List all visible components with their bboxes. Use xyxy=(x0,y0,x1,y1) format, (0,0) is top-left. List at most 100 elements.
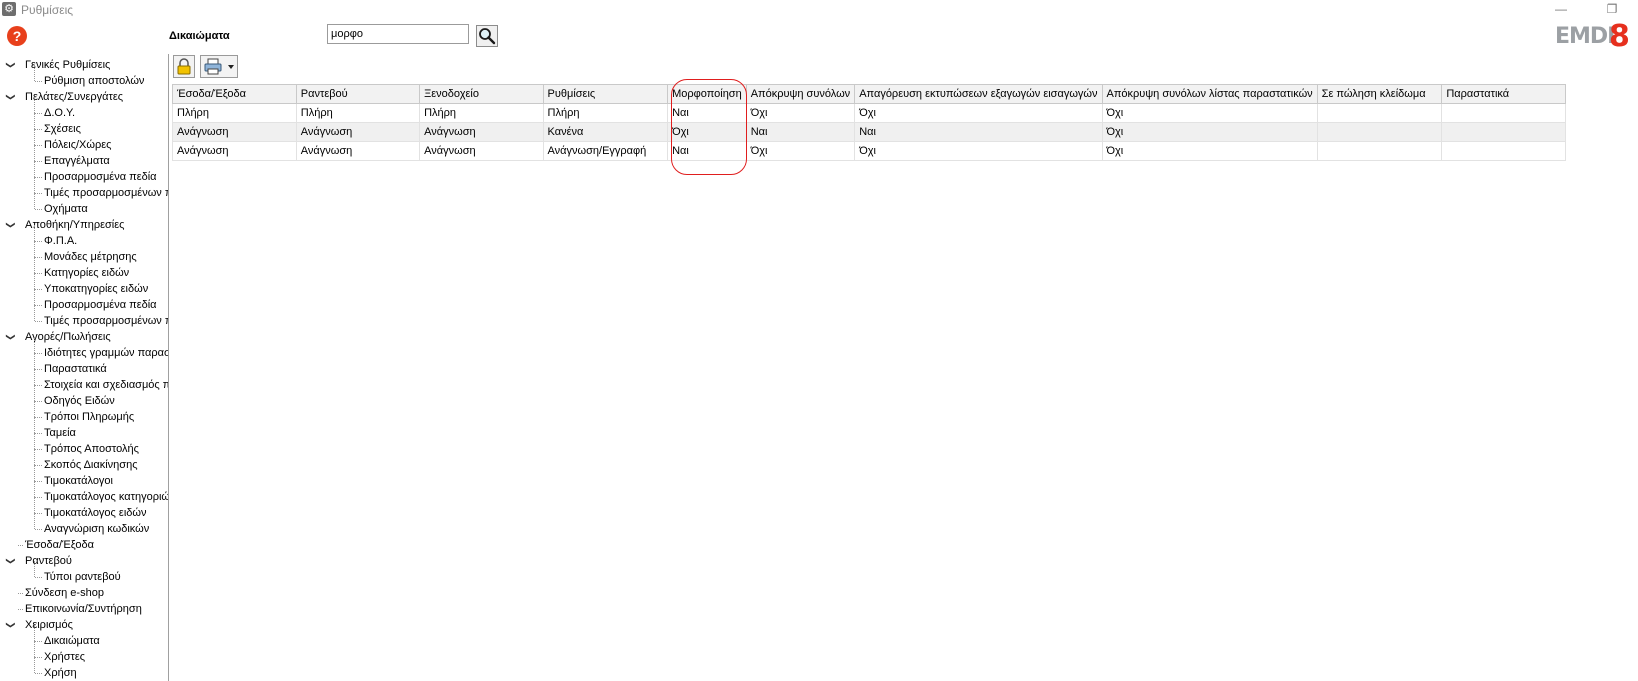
chevron-down-icon[interactable]: ❯ xyxy=(3,621,19,629)
table-cell[interactable]: Ναι xyxy=(854,122,1103,142)
search-input[interactable] xyxy=(327,24,469,44)
sidebar-item[interactable]: Ιδιότητες γραμμών παρασ xyxy=(0,337,168,361)
table-cell[interactable] xyxy=(1441,141,1566,161)
column-header[interactable]: Απόκρυψη συνόλων xyxy=(745,84,856,104)
table-cell[interactable]: Όχι xyxy=(745,141,856,161)
sidebar-item[interactable]: Προσαρμοσμένα πεδία xyxy=(0,289,168,313)
chevron-down-icon[interactable]: ❯ xyxy=(3,557,19,565)
sidebar-item[interactable]: ❯ Ραντεβού xyxy=(0,553,168,569)
column-header[interactable]: Ρυθμίσεις xyxy=(542,84,669,104)
lock-button[interactable] xyxy=(173,55,195,78)
table-cell[interactable] xyxy=(1316,103,1443,123)
sidebar-item[interactable]: Σκοπός Διακίνησης xyxy=(0,449,168,473)
column-header[interactable]: Έσοδα/Έξοδα xyxy=(172,84,297,104)
table-cell[interactable]: Ανάγνωση xyxy=(172,122,297,142)
column-header[interactable]: Μορφοποίηση xyxy=(667,84,747,104)
sidebar-item[interactable]: Δικαιώματα xyxy=(0,625,168,649)
sidebar-item[interactable]: Τιμοκατάλογοι xyxy=(0,465,168,489)
permissions-grid[interactable]: Έσοδα/Έξοδα Ραντεβού Ξενοδοχείο Ρυθμίσεις Μο… xyxy=(172,84,1566,161)
sidebar-item[interactable]: Τιμές προσαρμοσμένων π xyxy=(0,177,168,201)
sidebar-item[interactable]: Σχέσεις xyxy=(0,113,168,137)
sidebar-item[interactable]: Τύποι ραντεβού xyxy=(0,561,168,585)
sidebar-item[interactable]: Στοιχεία και σχεδιασμός π xyxy=(0,369,168,393)
sidebar-item[interactable]: Τρόποι Πληρωμής xyxy=(0,401,168,425)
chevron-down-icon[interactable]: ❯ xyxy=(3,93,19,101)
table-cell[interactable]: Ανάγνωση xyxy=(419,141,544,161)
permissions-table[interactable]: Έσοδα/Έξοδα Ραντεβού Ξενοδοχείο Ρυθμίσεις Μο… xyxy=(172,84,1566,161)
table-cell[interactable] xyxy=(1441,103,1566,123)
sidebar-item[interactable]: Επικοινωνία/Συντήρηση xyxy=(0,601,168,617)
sidebar-item[interactable]: Ρύθμιση αποστολών xyxy=(0,65,168,89)
table-cell[interactable]: Όχι xyxy=(1101,122,1318,142)
minimize-button[interactable]: — xyxy=(1547,0,1575,18)
sidebar-item[interactable]: Χρήστες xyxy=(0,641,168,665)
sidebar-item[interactable]: Πόλεις/Χώρες xyxy=(0,129,168,153)
sidebar-item[interactable]: Χρήση xyxy=(0,657,168,681)
sidebar-item[interactable]: Παραστατικά xyxy=(0,353,168,377)
chevron-down-icon[interactable]: ❯ xyxy=(3,333,19,341)
table-cell[interactable]: Ανάγνωση xyxy=(295,122,421,142)
table-cell[interactable]: Όχι xyxy=(667,122,747,142)
sidebar-item[interactable]: Κατηγορίες ειδών xyxy=(0,257,168,281)
table-cell[interactable]: Ανάγνωση xyxy=(419,122,544,142)
column-header[interactable]: Απόκρυψη συνόλων λίστας παραστατικών xyxy=(1101,84,1318,104)
table-row[interactable]: Πλήρη Πλήρη Πλήρη Πλήρη Ναι Όχι Όχι Όχι xyxy=(172,103,1566,123)
column-header[interactable]: Παραστατικά xyxy=(1441,84,1566,104)
table-cell[interactable]: Ανάγνωση/Εγγραφή xyxy=(542,141,669,161)
sidebar-item[interactable]: Τιμές προσαρμοσμένων π xyxy=(0,305,168,329)
table-cell[interactable]: Πλήρη xyxy=(295,103,421,123)
table-cell[interactable] xyxy=(1316,122,1443,142)
restore-button[interactable]: ❐ xyxy=(1598,0,1626,18)
table-cell[interactable]: Πλήρη xyxy=(542,103,669,123)
table-cell[interactable]: Ναι xyxy=(667,103,747,123)
table-cell[interactable]: Ανάγνωση xyxy=(172,141,297,161)
table-row[interactable]: Ανάγνωση Ανάγνωση Ανάγνωση Ανάγνωση/Εγγραφή… xyxy=(172,141,1566,161)
table-cell[interactable]: Ναι xyxy=(745,122,856,142)
sidebar-item[interactable]: ❯ Χειρισμός xyxy=(0,617,168,633)
print-button[interactable] xyxy=(200,55,238,78)
sidebar-item[interactable]: Οχήματα xyxy=(0,193,168,217)
table-cell[interactable]: Ναι xyxy=(667,141,747,161)
sidebar-item[interactable]: Μονάδες μέτρησης xyxy=(0,241,168,265)
table-cell[interactable]: Κανένα xyxy=(542,122,669,142)
sidebar-item[interactable]: ❯ Γενικές Ρυθμίσεις xyxy=(0,57,168,73)
tree-connector xyxy=(35,641,42,642)
table-cell[interactable]: Πλήρη xyxy=(172,103,297,123)
column-header[interactable]: Ξενοδοχείο xyxy=(419,84,544,104)
sidebar-item[interactable]: Προσαρμοσμένα πεδία xyxy=(0,161,168,185)
column-header[interactable]: Σε πώληση κλείδωμα xyxy=(1316,84,1443,104)
help-button[interactable]: ? xyxy=(7,26,27,46)
column-header[interactable]: Ραντεβού xyxy=(295,84,421,104)
table-cell[interactable]: Πλήρη xyxy=(419,103,544,123)
sidebar-item[interactable]: Επαγγέλματα xyxy=(0,145,168,169)
table-cell[interactable]: Όχι xyxy=(1101,141,1318,161)
sidebar-item[interactable]: Δ.Ο.Υ. xyxy=(0,97,168,121)
chevron-down-icon[interactable]: ❯ xyxy=(3,221,19,229)
sidebar-item[interactable]: Τιμοκατάλογος κατηγοριώ xyxy=(0,481,168,505)
table-row[interactable]: Ανάγνωση Ανάγνωση Ανάγνωση Κανένα Όχι Ναι Ναι Ό… xyxy=(172,122,1566,142)
table-cell[interactable]: Ανάγνωση xyxy=(295,141,421,161)
sidebar-item[interactable]: Ταμεία xyxy=(0,417,168,441)
sidebar-item[interactable]: Τρόπος Αποστολής xyxy=(0,433,168,457)
table-cell[interactable]: Όχι xyxy=(854,141,1103,161)
sidebar-item[interactable]: Αναγνώριση κωδικών xyxy=(0,513,168,537)
sidebar-item[interactable]: Τιμοκατάλογος ειδών xyxy=(0,497,168,521)
table-cell[interactable]: Όχι xyxy=(854,103,1103,123)
search-button[interactable] xyxy=(476,25,498,47)
sidebar-item[interactable]: Σύνδεση e-shop xyxy=(0,585,168,601)
table-cell[interactable] xyxy=(1441,122,1566,142)
table-cell[interactable]: Όχι xyxy=(1101,103,1318,123)
chevron-down-icon[interactable]: ❯ xyxy=(3,61,19,69)
table-cell[interactable] xyxy=(1316,141,1443,161)
sidebar-item[interactable]: ❯ Αποθήκη/Υπηρεσίες xyxy=(0,217,168,233)
sidebar-item[interactable]: ❯ Πελάτες/Συνεργάτες xyxy=(0,89,168,105)
sidebar-item[interactable]: Έσοδα/Έξοδα xyxy=(0,537,168,553)
sidebar-item[interactable]: Υποκατηγορίες ειδών xyxy=(0,273,168,297)
table-cell[interactable]: Όχι xyxy=(745,103,856,123)
settings-tree[interactable]: ❯ Γενικές Ρυθμίσεις Ρύθμιση αποστολών ❯ Πελά… xyxy=(0,54,169,681)
column-header[interactable]: Απαγόρευση εκτυπώσεων εξαγωγών εισαγωγών xyxy=(854,84,1103,104)
sidebar-item[interactable]: Οδηγός Ειδών xyxy=(0,385,168,409)
sidebar-item[interactable]: ❯ Αγορές/Πωλήσεις xyxy=(0,329,168,345)
sidebar-item[interactable]: Φ.Π.Α. xyxy=(0,225,168,249)
chevron-down-icon[interactable] xyxy=(226,56,236,77)
